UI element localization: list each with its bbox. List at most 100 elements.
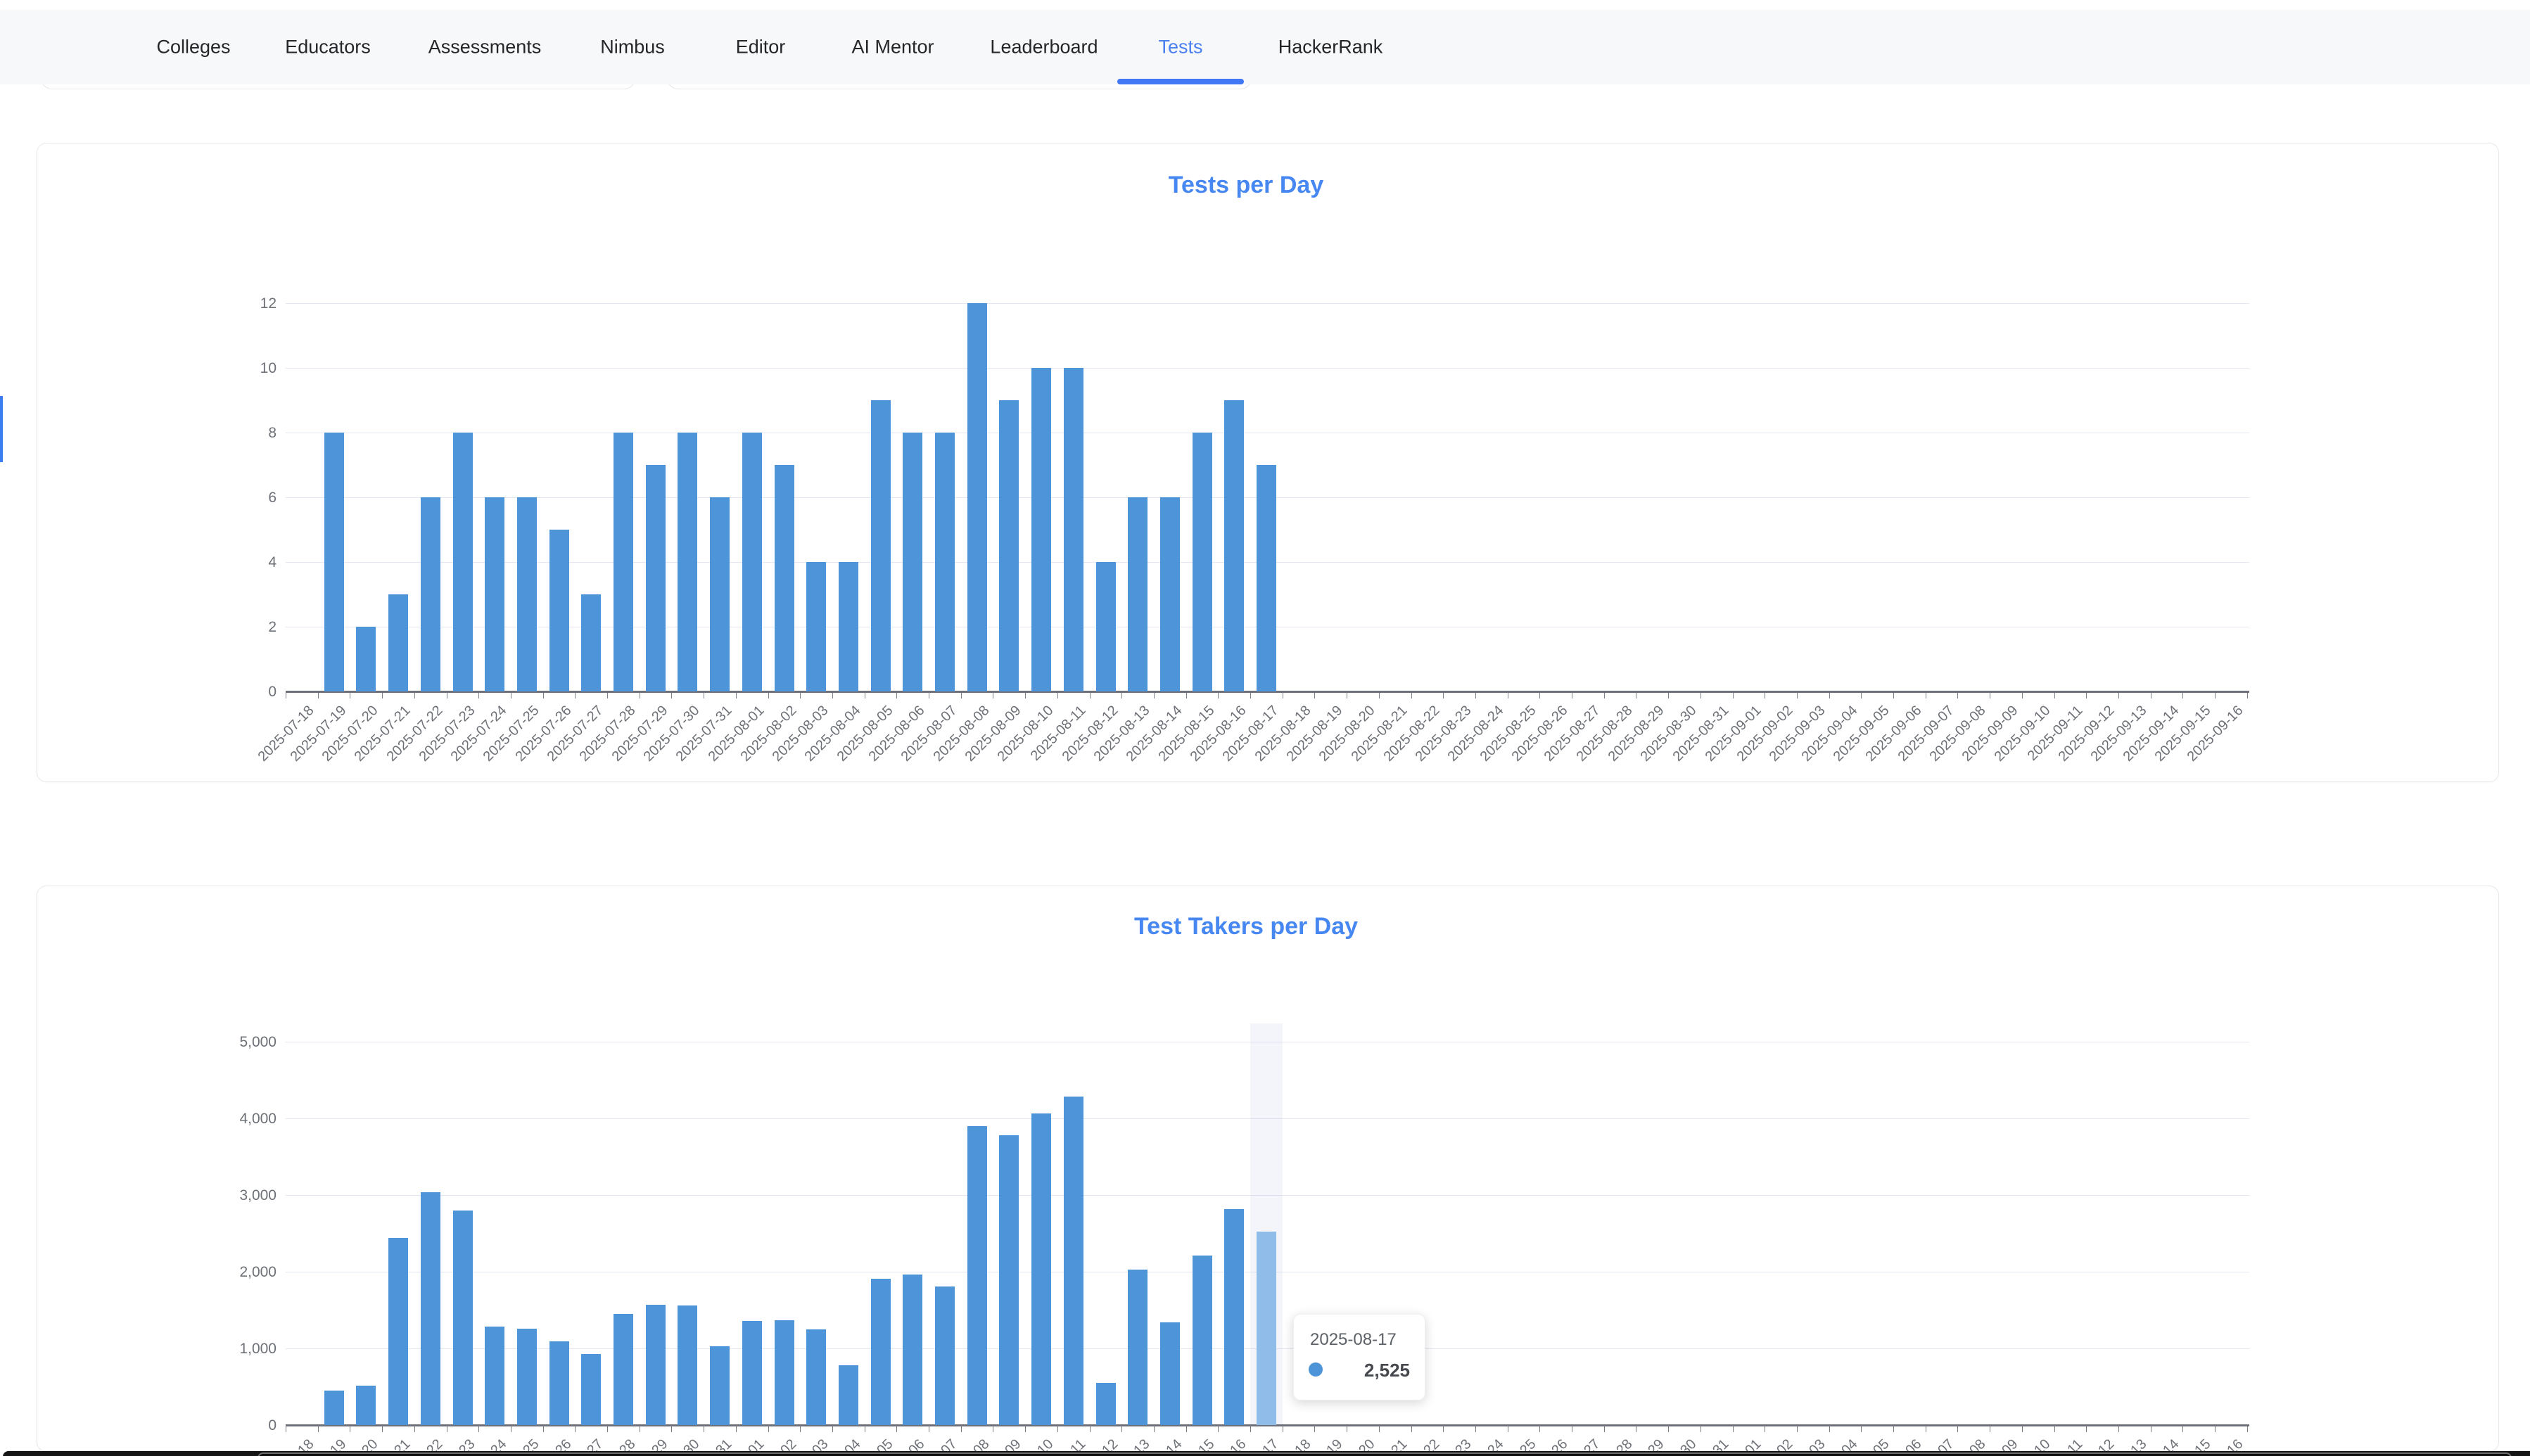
x-axis-tick	[1539, 1426, 1540, 1432]
bar[interactable]	[935, 433, 955, 691]
bar[interactable]	[517, 497, 537, 691]
x-axis-tick	[1186, 693, 1187, 698]
bar[interactable]	[1064, 1097, 1083, 1425]
bar[interactable]	[388, 1238, 408, 1425]
x-axis-tick	[1090, 1426, 1091, 1432]
tab-colleges[interactable]: Colleges	[156, 37, 230, 58]
bar[interactable]	[421, 497, 440, 691]
y-axis-label: 4,000	[192, 1111, 276, 1128]
x-axis-tick	[543, 1426, 544, 1432]
bar[interactable]	[356, 627, 376, 691]
bar[interactable]	[421, 1192, 440, 1425]
bar[interactable]	[646, 1305, 666, 1425]
x-axis-tick	[2086, 693, 2087, 698]
y-axis-label: 8	[192, 425, 276, 442]
y-axis-label: 4	[192, 554, 276, 571]
x-axis-tick	[1733, 1426, 1734, 1432]
x-axis-tick	[1604, 1426, 1605, 1432]
x-axis-tick	[2215, 1426, 2216, 1432]
bar[interactable]	[967, 1126, 987, 1425]
x-axis-tick	[1829, 693, 1830, 698]
bar[interactable]	[1096, 562, 1116, 691]
chart-title-tests-per-day: Tests per Day	[1169, 172, 1323, 199]
bar[interactable]	[742, 1321, 762, 1425]
bar[interactable]	[614, 433, 633, 691]
bar[interactable]	[678, 1305, 697, 1425]
tab-editor[interactable]: Editor	[736, 37, 786, 58]
y-axis-label: 5,000	[192, 1034, 276, 1051]
bar[interactable]	[903, 433, 922, 691]
bar[interactable]	[775, 465, 794, 691]
bar[interactable]	[903, 1275, 922, 1425]
bar[interactable]	[324, 433, 344, 691]
x-axis-tick	[736, 693, 737, 698]
y-axis-label: 0	[192, 1417, 276, 1434]
bar[interactable]	[1128, 497, 1148, 691]
bar[interactable]	[1257, 465, 1276, 691]
bar[interactable]	[742, 433, 762, 691]
horizontal-scrollbar-thumb[interactable]	[258, 1452, 2512, 1456]
bar[interactable]	[1257, 1232, 1276, 1425]
bar[interactable]	[806, 1329, 826, 1425]
bar[interactable]	[1128, 1270, 1148, 1425]
tab-educators[interactable]: Educators	[285, 37, 371, 58]
tab-hackerrank[interactable]: HackerRank	[1278, 37, 1383, 58]
bar[interactable]	[710, 497, 730, 691]
bar[interactable]	[775, 1320, 794, 1425]
x-axis-tick	[2182, 1426, 2183, 1432]
x-axis-tick	[414, 693, 415, 698]
bar[interactable]	[839, 562, 858, 691]
bar[interactable]	[806, 562, 826, 691]
bar[interactable]	[871, 400, 891, 691]
bar[interactable]	[1193, 1256, 1212, 1425]
bar[interactable]	[549, 1341, 569, 1425]
x-axis-tick	[1475, 1426, 1476, 1432]
chart-tooltip: 2025-08-17 2,525	[1293, 1314, 1425, 1400]
bar[interactable]	[871, 1279, 891, 1425]
tab-nimbus[interactable]: Nimbus	[600, 37, 665, 58]
bar[interactable]	[485, 497, 504, 691]
x-axis-tick	[1539, 693, 1540, 698]
bar[interactable]	[549, 530, 569, 691]
bar[interactable]	[1064, 368, 1083, 691]
bar[interactable]	[324, 1391, 344, 1425]
bar[interactable]	[1160, 497, 1180, 691]
bar[interactable]	[1224, 400, 1244, 691]
left-scrollbar-sliver[interactable]	[0, 396, 3, 462]
tab-ai-mentor[interactable]: AI Mentor	[851, 37, 934, 58]
bar[interactable]	[388, 594, 408, 691]
bar[interactable]	[839, 1365, 858, 1425]
bar[interactable]	[646, 465, 666, 691]
y-axis-label: 12	[192, 295, 276, 312]
tooltip-value: 2,525	[1364, 1360, 1410, 1381]
bar[interactable]	[1193, 433, 1212, 691]
x-axis-tick	[1957, 1426, 1958, 1432]
bar[interactable]	[614, 1314, 633, 1425]
bar[interactable]	[453, 1211, 473, 1425]
tab-tests[interactable]: Tests	[1158, 37, 1202, 58]
bar[interactable]	[1096, 1383, 1116, 1425]
bar[interactable]	[1160, 1322, 1180, 1425]
bar[interactable]	[1031, 368, 1051, 691]
bar[interactable]	[967, 303, 987, 691]
bar[interactable]	[1031, 1113, 1051, 1425]
x-axis-tick	[768, 693, 769, 698]
bar[interactable]	[581, 594, 601, 691]
bar[interactable]	[678, 433, 697, 691]
tab-leaderboard[interactable]: Leaderboard	[990, 37, 1098, 58]
x-axis-tick	[543, 693, 544, 698]
bar[interactable]	[999, 400, 1019, 691]
bar[interactable]	[935, 1286, 955, 1425]
bar[interactable]	[453, 433, 473, 691]
x-axis-tick	[1154, 1426, 1155, 1432]
bar[interactable]	[581, 1354, 601, 1425]
bar[interactable]	[517, 1329, 537, 1425]
bar[interactable]	[999, 1135, 1019, 1425]
bar[interactable]	[356, 1386, 376, 1425]
horizontal-scrollbar-track[interactable]	[3, 1451, 2530, 1456]
bar[interactable]	[485, 1327, 504, 1425]
bar[interactable]	[1224, 1209, 1244, 1425]
bar[interactable]	[710, 1346, 730, 1425]
tab-assessments[interactable]: Assessments	[428, 37, 542, 58]
x-axis-tick	[961, 693, 962, 698]
